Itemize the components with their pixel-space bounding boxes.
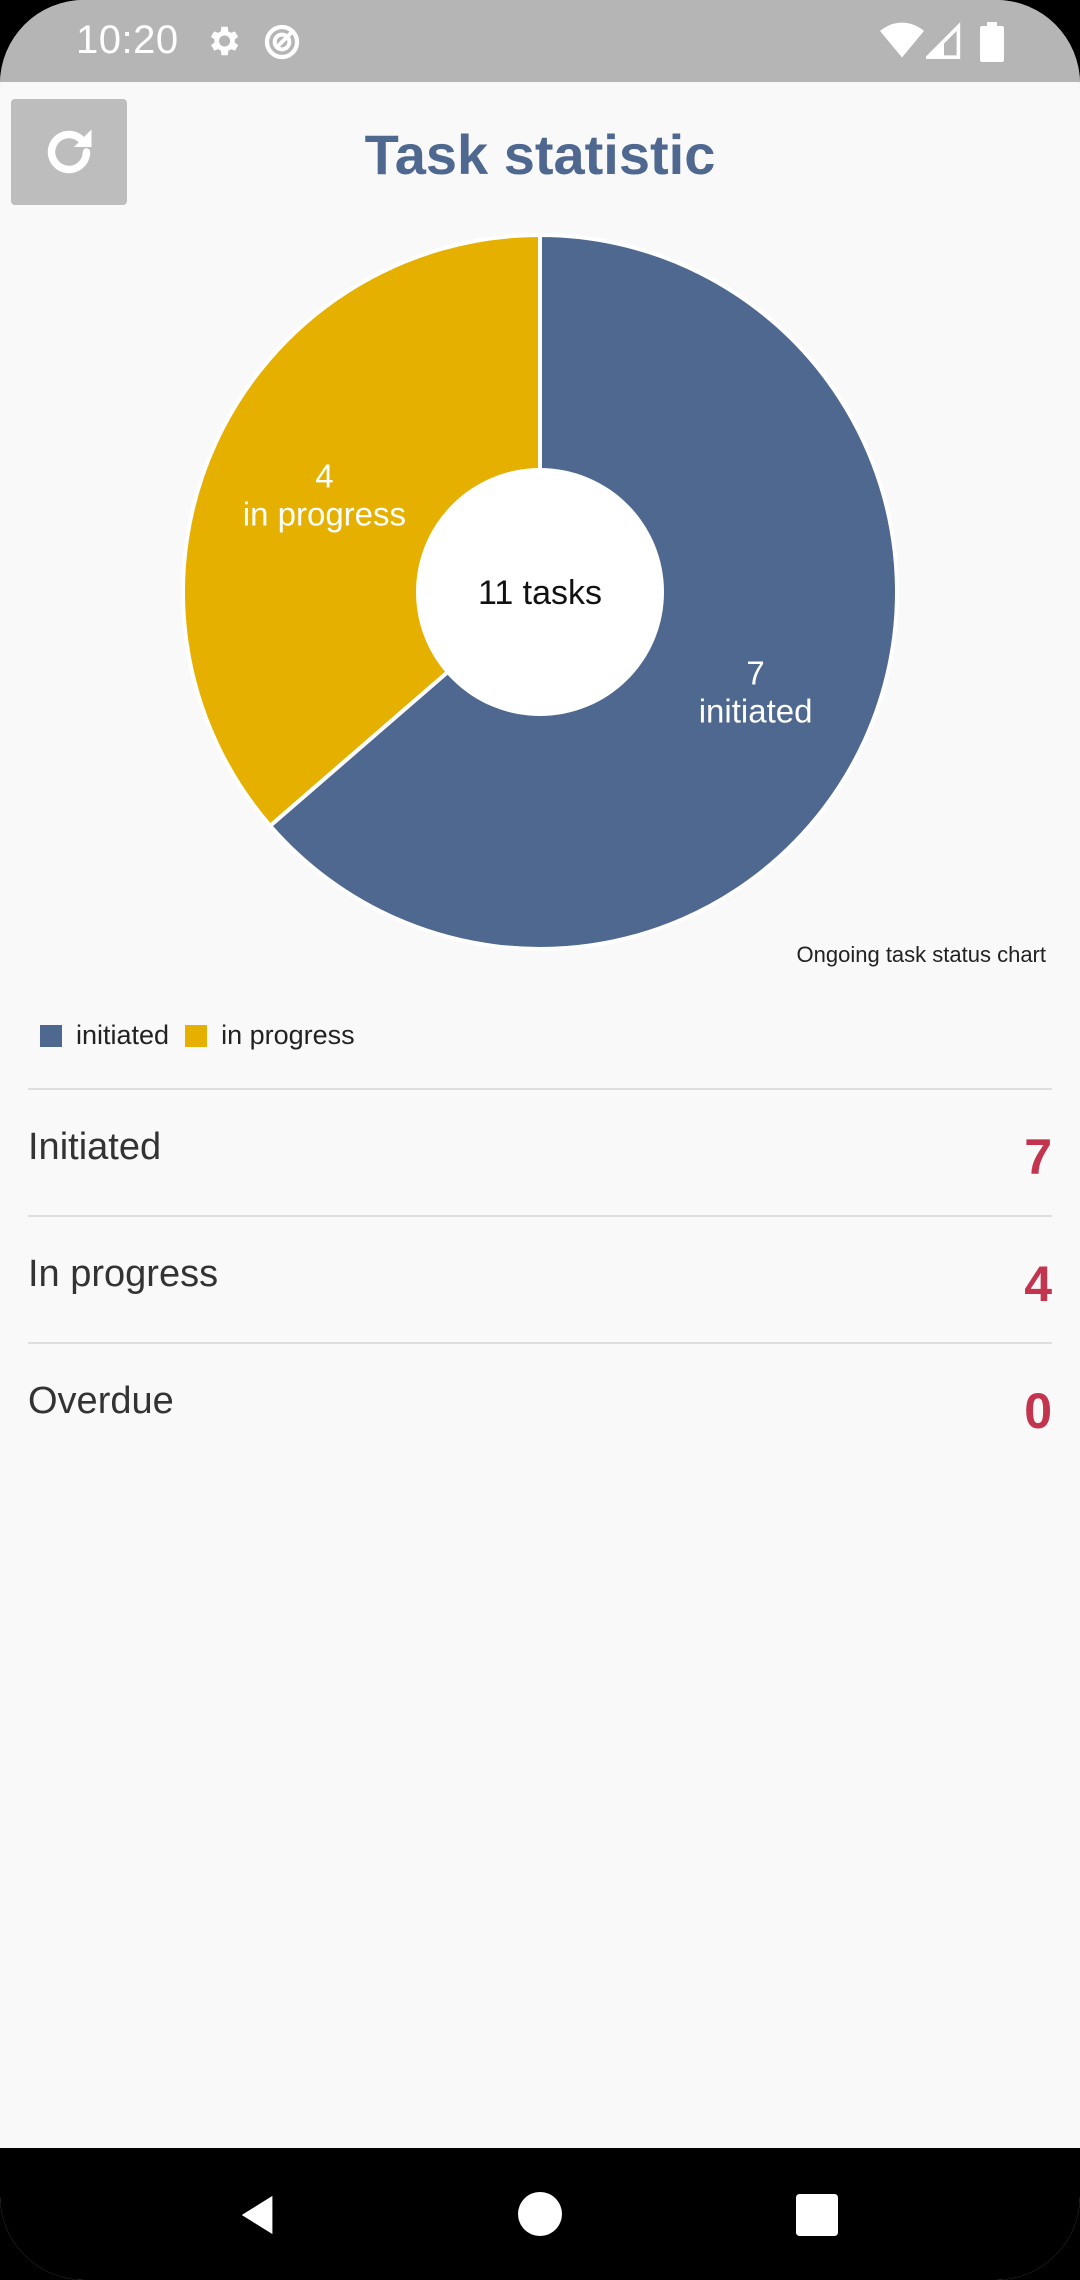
stat-value: 7 xyxy=(1024,1129,1052,1185)
stat-value: 0 xyxy=(1024,1383,1052,1439)
app-screen: 10:20 Task statistic 11 tasks 7 initiate… xyxy=(0,0,1080,2280)
navigation-bar xyxy=(0,2148,1080,2280)
slice-label-name: initiated xyxy=(699,692,813,729)
stat-row-overdue[interactable]: Overdue 0 xyxy=(28,1342,1052,1469)
legend-label-in-progress: in progress xyxy=(221,1020,355,1050)
chart-center-label: 11 tasks xyxy=(478,574,602,612)
recents-icon[interactable] xyxy=(796,2194,838,2236)
legend-swatch-in-progress xyxy=(185,1024,208,1047)
stat-value: 4 xyxy=(1024,1256,1052,1312)
chart-caption: Ongoing task status chart xyxy=(796,942,1046,967)
legend-label-initiated: initiated xyxy=(76,1020,170,1050)
legend-swatch-initiated xyxy=(40,1024,62,1047)
chart-legend: initiated in progress xyxy=(40,1020,371,1051)
stat-row-initiated[interactable]: Initiated 7 xyxy=(28,1088,1052,1215)
task-status-chart: 11 tasks 7 initiated 4 in progress xyxy=(181,232,899,951)
stat-row-in-progress[interactable]: In progress 4 xyxy=(28,1215,1052,1342)
stats-list: Initiated 7 In progress 4 Overdue 0 xyxy=(28,1088,1052,1469)
legend-item-in-progress: in progress xyxy=(185,1020,355,1051)
legend-item-initiated: initiated xyxy=(40,1020,169,1051)
stat-label: Initiated xyxy=(28,1126,162,1168)
back-icon[interactable] xyxy=(236,2192,282,2238)
slice-label-count: 7 xyxy=(746,654,764,691)
slice-label-count: 4 xyxy=(315,458,333,495)
slice-label-name: in progress xyxy=(243,496,406,533)
stat-label: In progress xyxy=(28,1253,219,1295)
home-icon[interactable] xyxy=(518,2192,562,2236)
stat-label: Overdue xyxy=(28,1380,174,1422)
